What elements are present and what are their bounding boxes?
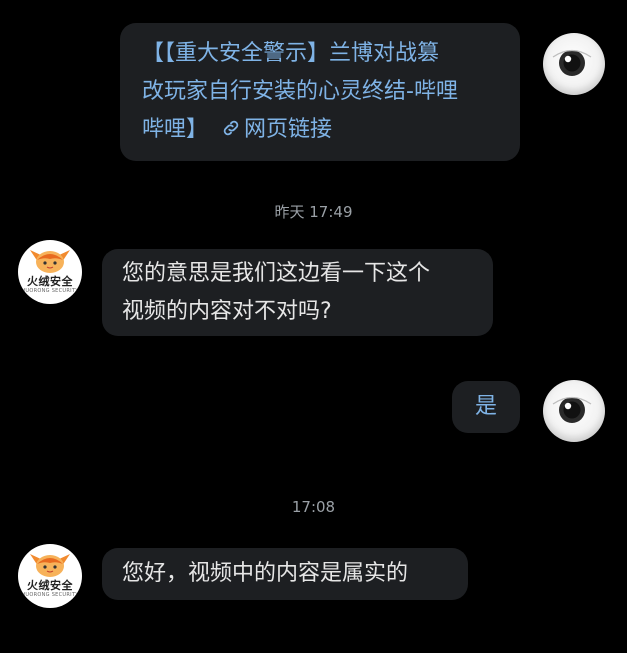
brand-subtitle: HUORONG SECURITY (21, 288, 79, 294)
eyeball-avatar-icon (552, 49, 592, 76)
message-bubble-link-card[interactable]: 【【重大安全警示】兰博对战篡 改玩家自行安装的心灵终结-哔哩 哔哩】 网页链接 (120, 23, 520, 161)
link-icon (223, 120, 239, 136)
brand-name: 火绒安全 (27, 275, 73, 288)
self-avatar[interactable] (543, 33, 605, 95)
contact-avatar[interactable]: 火绒安全 HUORONG SECURITY (18, 240, 82, 304)
timestamp: 17:08 (291, 498, 336, 516)
brand-subtitle: HUORONG SECURITY (21, 592, 79, 598)
message-bubble-outgoing[interactable]: 是 (452, 381, 520, 433)
brand-name: 火绒安全 (27, 579, 73, 592)
link-title-line: 【【重大安全警示】兰博对战篡 (142, 41, 440, 66)
self-avatar[interactable] (543, 380, 605, 442)
message-bubble-incoming[interactable]: 您好，视频中的内容是属实的 (102, 548, 468, 600)
link-title-line: 改玩家自行安装的心灵终结-哔哩 (142, 79, 458, 104)
message-text: 是 (474, 394, 497, 419)
contact-avatar[interactable]: 火绒安全 HUORONG SECURITY (18, 544, 82, 608)
message-text-line: 视频的内容对不对吗? (122, 299, 332, 324)
link-title-row: 哔哩】 网页链接 (142, 111, 500, 149)
message-bubble-incoming[interactable]: 您的意思是我们这边看一下这个 视频的内容对不对吗? (102, 249, 493, 336)
mascot-icon (30, 554, 70, 577)
link-label: 网页链接 (244, 117, 333, 142)
message-text-line: 您的意思是我们这边看一下这个 (122, 261, 431, 286)
link-title-line: 哔哩】 (142, 117, 209, 142)
mascot-icon (30, 250, 70, 273)
web-link[interactable]: 网页链接 (215, 117, 332, 142)
message-text: 您好，视频中的内容是属实的 (122, 561, 409, 586)
timestamp: 昨天 17:49 (274, 203, 353, 221)
eyeball-avatar-icon (552, 396, 592, 423)
